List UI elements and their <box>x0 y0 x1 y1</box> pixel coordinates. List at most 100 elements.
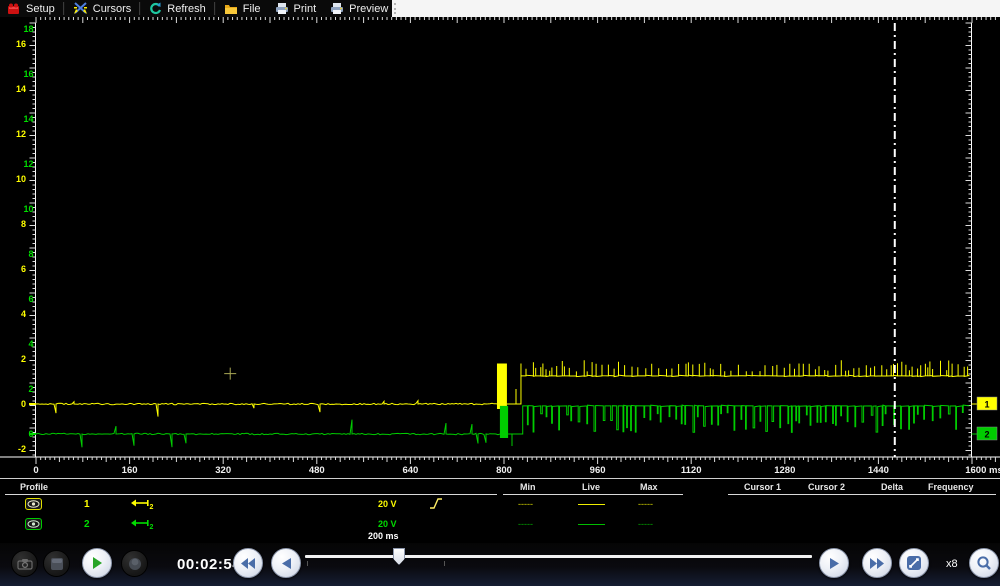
timeline-slider-thumb[interactable] <box>393 548 405 565</box>
previous-icon <box>281 557 292 570</box>
refresh-button[interactable]: Refresh <box>142 1 213 17</box>
slider-tick <box>444 561 445 566</box>
channel-2-marker-icon[interactable]: 2 <box>128 518 154 530</box>
fast-forward-button[interactable] <box>862 548 892 578</box>
elapsed-time-display: 00:02:540 <box>177 556 282 573</box>
cursor1-column-header: Cursor 1 <box>744 482 781 492</box>
svg-text:1440: 1440 <box>868 465 889 476</box>
channel-1-trigger-slope-icon[interactable] <box>428 496 444 511</box>
max-column-header: Max <box>640 482 658 492</box>
svg-text:14: 14 <box>16 84 26 94</box>
rewind-icon <box>240 557 256 570</box>
toolbar-drag-handle[interactable] <box>394 3 398 14</box>
record-icon <box>128 557 142 571</box>
channel-2-live-value: ——— <box>578 519 605 529</box>
profile-underline <box>5 494 497 495</box>
toolbar-button-group: Setup Cursors Refr <box>0 0 392 17</box>
waveform-plot-area[interactable]: 1614121086420-21816141210864200160320480… <box>0 17 1000 478</box>
next-icon <box>829 557 840 570</box>
channel-1-live-value: ——— <box>578 499 605 509</box>
channel-1-marker-icon[interactable]: 2 <box>128 498 154 510</box>
minmax-underline <box>503 494 683 495</box>
svg-text:480: 480 <box>309 465 325 476</box>
svg-text:320: 320 <box>215 465 231 476</box>
waveform-plot[interactable]: 1614121086420-21816141210864200160320480… <box>0 17 1000 478</box>
stop-icon <box>51 558 63 570</box>
cursors-label: Cursors <box>93 3 132 15</box>
preview-button[interactable]: Preview <box>323 1 395 17</box>
channel-1-min-value: ----- <box>518 499 533 509</box>
svg-text:4: 4 <box>28 339 33 349</box>
step-forward-button[interactable] <box>819 548 849 578</box>
svg-text:640: 640 <box>402 465 418 476</box>
svg-text:-2: -2 <box>18 444 26 454</box>
zoom-factor-label: x8 <box>946 558 958 570</box>
svg-text:16: 16 <box>23 69 33 79</box>
svg-text:2: 2 <box>150 504 154 510</box>
refresh-label: Refresh <box>167 3 206 15</box>
measurement-panel: Profile Min Live Max Cursor 1 Cursor 2 D… <box>0 478 1000 543</box>
fit-to-screen-button[interactable] <box>899 548 929 578</box>
magnifier-icon <box>976 555 992 571</box>
channel-1-range[interactable]: 20 V <box>378 499 397 509</box>
channel-2-range[interactable]: 20 V <box>378 519 397 529</box>
rewind-button[interactable] <box>233 548 263 578</box>
svg-text:0: 0 <box>33 465 38 476</box>
svg-text:160: 160 <box>122 465 138 476</box>
transport-bar: 200 ms 00:02:540 <box>0 543 1000 586</box>
svg-text:2: 2 <box>984 430 989 440</box>
expand-icon <box>906 555 922 571</box>
file-button[interactable]: File <box>217 1 268 17</box>
svg-text:12: 12 <box>23 159 33 169</box>
svg-text:4: 4 <box>21 309 26 319</box>
setup-label: Setup <box>26 3 55 15</box>
print-button[interactable]: Print <box>268 1 324 17</box>
zoom-button[interactable] <box>969 548 999 578</box>
timebase-label: 200 ms <box>368 531 399 541</box>
cursors-underline <box>728 494 996 495</box>
play-button[interactable] <box>82 548 112 578</box>
svg-text:14: 14 <box>23 114 33 124</box>
printer-icon <box>275 2 289 15</box>
step-back-button[interactable] <box>271 548 301 578</box>
cursors-icon <box>73 2 88 15</box>
refresh-icon <box>149 2 162 15</box>
min-column-header: Min <box>520 482 536 492</box>
svg-text:2: 2 <box>21 354 26 364</box>
folder-icon <box>224 3 238 15</box>
eye-icon <box>27 520 40 528</box>
toolbar-separator <box>139 2 141 15</box>
main-toolbar: Setup Cursors Refr <box>0 0 1000 17</box>
cursors-button[interactable]: Cursors <box>66 1 139 17</box>
svg-text:2: 2 <box>150 524 154 530</box>
scope-app-window: Setup Cursors Refr <box>0 0 1000 586</box>
play-icon <box>90 556 104 570</box>
record-button[interactable] <box>121 550 148 577</box>
setup-button[interactable]: Setup <box>0 1 62 17</box>
svg-text:2: 2 <box>28 384 33 394</box>
delta-column-header: Delta <box>881 482 903 492</box>
toolbar-separator <box>63 2 65 15</box>
print-label: Print <box>294 3 317 15</box>
svg-text:8: 8 <box>21 219 26 229</box>
channel-1-visibility-button[interactable] <box>25 498 42 510</box>
stop-button[interactable] <box>43 550 70 577</box>
toolbar-separator <box>214 2 216 15</box>
svg-text:0: 0 <box>21 399 26 409</box>
channel-1-number: 1 <box>84 499 90 510</box>
channel-2-max-value: ----- <box>638 519 653 529</box>
cursor2-column-header: Cursor 2 <box>808 482 845 492</box>
svg-text:960: 960 <box>590 465 606 476</box>
channel-2-min-value: ----- <box>518 519 533 529</box>
svg-text:10: 10 <box>16 174 26 184</box>
channel-1-max-value: ----- <box>638 499 653 509</box>
file-label: File <box>243 3 261 15</box>
svg-text:12: 12 <box>16 129 26 139</box>
channel-2-number: 2 <box>84 519 90 530</box>
slider-tick <box>307 561 308 566</box>
frequency-column-header: Frequency <box>928 482 974 492</box>
timeline-slider-track[interactable] <box>305 555 812 558</box>
svg-text:800: 800 <box>496 465 512 476</box>
channel-2-visibility-button[interactable] <box>25 518 42 530</box>
snapshot-button[interactable] <box>11 550 38 577</box>
